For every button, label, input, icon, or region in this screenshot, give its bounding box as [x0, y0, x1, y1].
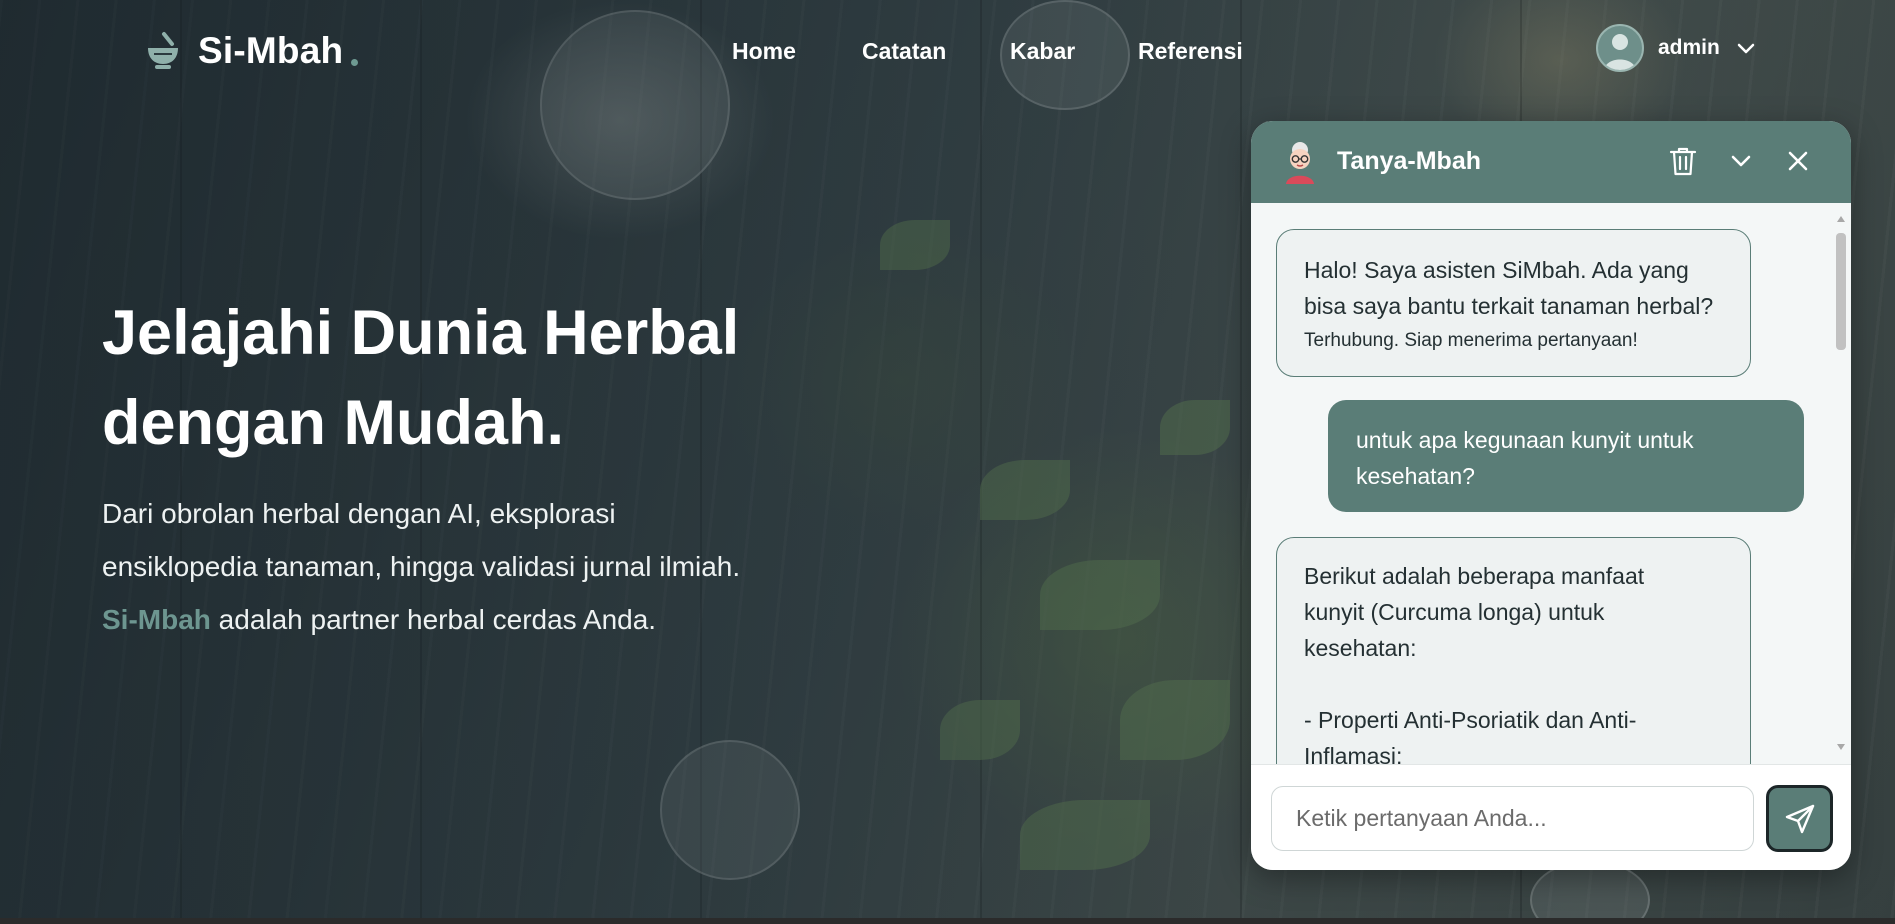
nav-link-kabar[interactable]: Kabar: [1010, 38, 1075, 65]
bottom-edge: [0, 918, 1895, 924]
send-button[interactable]: [1766, 785, 1833, 852]
username: admin: [1658, 36, 1720, 59]
subtext-line: Dari obrolan herbal dengan AI, eksploras…: [102, 498, 616, 529]
nav-link-catatan[interactable]: Catatan: [862, 38, 946, 65]
message-line: bisa saya bantu terkait tanaman herbal?: [1304, 293, 1714, 319]
message-line: Inflamasi:: [1304, 743, 1403, 764]
chat-messages[interactable]: Halo! Saya asisten SiMbah. Ada yang bisa…: [1251, 203, 1851, 764]
message-line: Berikut adalah beberapa manfaat: [1304, 563, 1645, 589]
hero-headline: Jelajahi Dunia Herbal dengan Mudah.: [102, 288, 822, 468]
subtext-line-rest: adalah partner herbal cerdas Anda.: [210, 604, 657, 635]
message-line: kesehatan?: [1356, 463, 1475, 489]
minimize-chat-button[interactable]: [1723, 143, 1759, 179]
chevron-down-icon: [1731, 155, 1751, 167]
subtext-line: ensiklopedia tanaman, hingga validasi ju…: [102, 551, 741, 582]
user-message: untuk apa kegunaan kunyit untuk kesehata…: [1328, 400, 1804, 512]
headline-line: dengan Mudah.: [102, 388, 564, 458]
delete-chat-button[interactable]: [1665, 143, 1701, 179]
scroll-down-arrow[interactable]: [1835, 741, 1847, 753]
chat-widget: Tanya-Mbah Halo! Saya asisten SiMbah. Ad…: [1251, 121, 1851, 870]
nav-link-referensi[interactable]: Referensi: [1138, 38, 1243, 65]
navbar: Si-Mbah Home Catatan Kabar Referensi adm…: [0, 0, 1895, 104]
chat-input[interactable]: [1271, 786, 1754, 851]
brand-dot: [351, 58, 359, 66]
chat-header: Tanya-Mbah: [1251, 121, 1851, 203]
brand-accent-text: Si-Mbah: [102, 604, 211, 635]
user-avatar-icon: [1604, 34, 1636, 70]
triangle-up-icon: [1837, 216, 1845, 222]
scroll-thumb[interactable]: [1836, 233, 1846, 350]
scroll-up-arrow[interactable]: [1835, 213, 1847, 225]
close-icon: [1788, 151, 1808, 171]
avatar: [1596, 24, 1644, 72]
close-chat-button[interactable]: [1780, 143, 1816, 179]
subtext-line: Si-Mbah adalah partner herbal cerdas And…: [102, 593, 862, 646]
brand-link[interactable]: Si-Mbah: [142, 30, 359, 72]
message-line: kesehatan:: [1304, 635, 1417, 661]
triangle-down-icon: [1837, 744, 1845, 750]
send-icon: [1785, 804, 1814, 833]
message-line: Halo! Saya asisten SiMbah. Ada yang: [1304, 257, 1689, 283]
message-line: untuk apa kegunaan kunyit untuk: [1356, 427, 1694, 453]
trash-icon: [1669, 147, 1697, 176]
grandma-avatar-icon: [1286, 142, 1314, 184]
chevron-down-icon: [1737, 43, 1755, 54]
brand-name: Si-Mbah: [198, 30, 344, 71]
mortar-pestle-icon: [148, 32, 178, 69]
bot-message: Halo! Saya asisten SiMbah. Ada yang bisa…: [1276, 229, 1751, 377]
chat-title: Tanya-Mbah: [1337, 147, 1481, 175]
headline-line: Jelajahi Dunia Herbal: [102, 298, 740, 368]
user-menu[interactable]: admin: [1596, 24, 1758, 72]
chat-scrollbar[interactable]: [1835, 213, 1847, 753]
chat-input-bar: [1251, 764, 1851, 870]
message-line: - Properti Anti-Psoriatik dan Anti-: [1304, 707, 1637, 733]
bot-message: Berikut adalah beberapa manfaat kunyit (…: [1276, 537, 1751, 764]
nav-link-home[interactable]: Home: [732, 38, 796, 65]
connection-status: Terhubung. Siap menerima pertanyaan!: [1304, 330, 1638, 351]
hero-subtext: Dari obrolan herbal dengan AI, eksploras…: [102, 487, 862, 646]
message-line: kunyit (Curcuma longa) untuk: [1304, 599, 1605, 625]
